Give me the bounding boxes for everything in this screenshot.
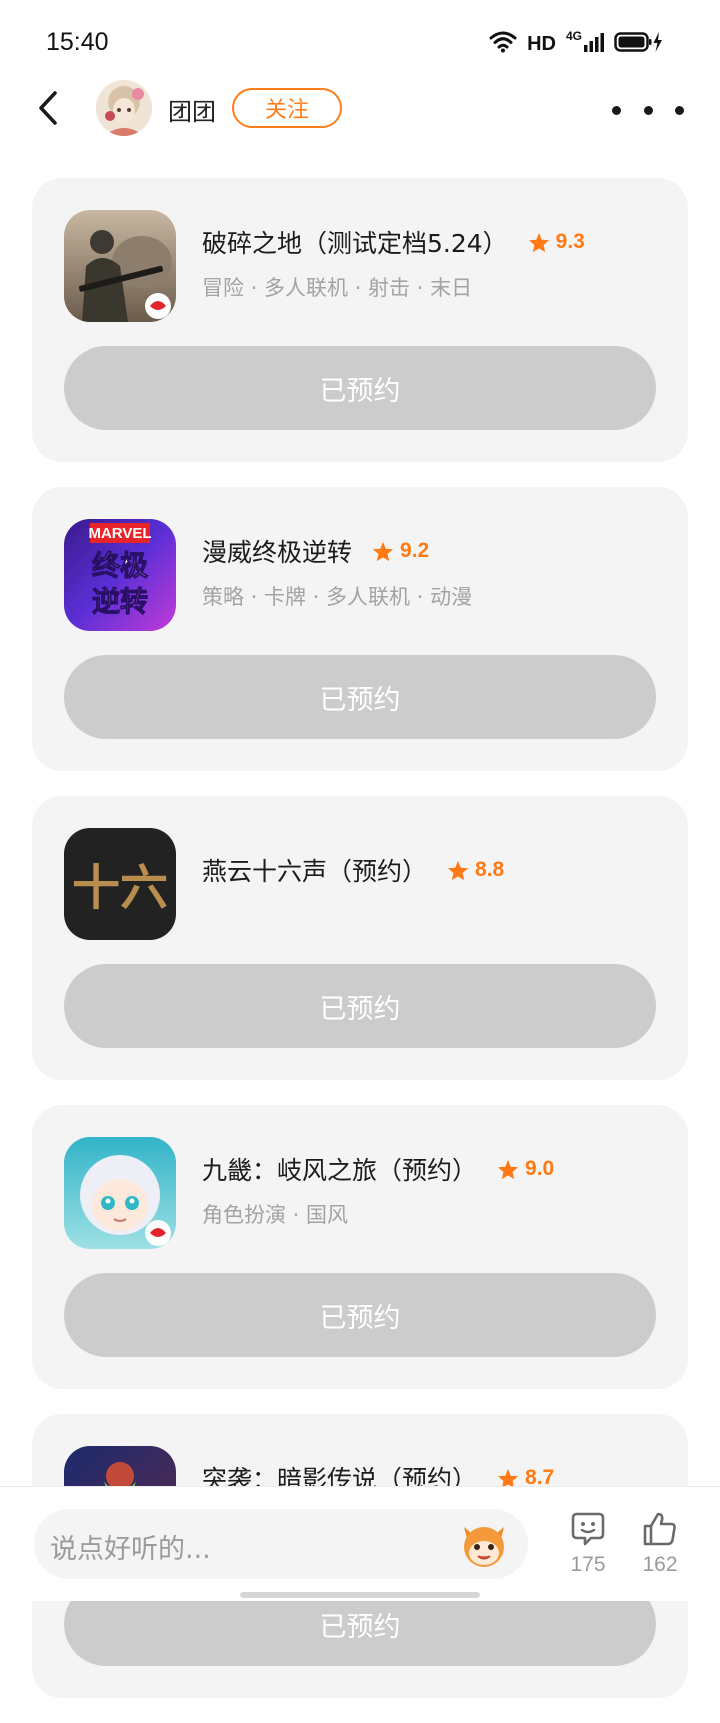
game-icon-jiuji[interactable] [64, 1137, 176, 1249]
more-button[interactable] [612, 90, 684, 130]
game-title[interactable]: 燕云十六声（预约） [202, 852, 427, 888]
follow-button[interactable]: 关注 [232, 88, 342, 128]
back-arrow-icon [36, 90, 60, 130]
game-title[interactable]: 漫威终极逆转 [202, 533, 352, 569]
like-count: 162 [642, 1553, 678, 1576]
game-card[interactable]: 破碎之地（测试定档5.24） 9.3 冒险 · 多人联机 · 射击 · 末日 已… [32, 178, 688, 462]
game-info: 漫威终极逆转 9.2 策略 · 卡牌 · 多人联机 · 动漫 [202, 533, 668, 611]
game-icon-marvel[interactable]: MARVEL 终极 逆转 [64, 519, 176, 631]
game-rating: 9.0 [497, 1157, 554, 1181]
reserved-button[interactable]: 已预约 [64, 964, 656, 1048]
svg-text:MARVEL: MARVEL [88, 525, 151, 542]
game-icon-broken-land[interactable] [64, 210, 176, 322]
game-tags: 冒险 · 多人联机 · 射击 · 末日 [202, 276, 473, 300]
game-card[interactable]: 十六 燕云十六声（预约） 8.8 已预约 [32, 796, 688, 1080]
game-rating: 9.3 [528, 230, 585, 254]
svg-text:逆转: 逆转 [92, 585, 148, 618]
user-name[interactable]: 团团 [168, 92, 216, 127]
battery-charging-icon [614, 31, 664, 57]
game-tags: 策略 · 卡牌 · 多人联机 · 动漫 [202, 585, 473, 609]
game-info: 破碎之地（测试定档5.24） 9.3 冒险 · 多人联机 · 射击 · 末日 [202, 224, 668, 302]
game-info: 燕云十六声（预约） 8.8 [202, 852, 668, 888]
like-action[interactable]: 162 [628, 1511, 692, 1577]
rating-value: 9.3 [555, 230, 585, 253]
status-icons: HD 4G [489, 28, 664, 60]
game-rating: 9.2 [372, 539, 429, 563]
game-info: 九畿：岐风之旅（预约） 9.0 角色扮演 · 国风 [202, 1151, 668, 1229]
reserved-button[interactable]: 已预约 [64, 346, 656, 430]
wifi-icon [489, 31, 517, 57]
comment-action[interactable]: 175 [556, 1511, 620, 1577]
network-type: 4G [565, 29, 582, 43]
comment-icon [570, 1512, 606, 1551]
rating-value: 8.8 [475, 858, 505, 881]
hd-indicator: HD [527, 32, 556, 55]
back-button[interactable] [26, 82, 70, 138]
comment-placeholder: 说点好听的... [50, 1534, 211, 1565]
star-icon [528, 232, 549, 252]
avatar[interactable] [96, 80, 152, 136]
rating-value: 9.0 [525, 1157, 555, 1180]
signal-icon [584, 32, 604, 56]
star-icon [372, 541, 394, 561]
header: 团团 关注 [0, 72, 720, 148]
bottom-bar: 说点好听的... 175 162 [0, 1486, 720, 1601]
thumbs-up-icon [642, 1512, 678, 1551]
more-icon [612, 105, 621, 115]
game-icon-yanyun[interactable]: 十六 [64, 828, 176, 940]
game-card[interactable]: MARVEL 终极 逆转 漫威终极逆转 9.2 策略 · 卡牌 · 多人联机 ·… [32, 487, 688, 771]
rating-value: 9.2 [400, 539, 430, 562]
game-card[interactable]: 九畿：岐风之旅（预约） 9.0 角色扮演 · 国风 已预约 [32, 1105, 688, 1389]
star-icon [497, 1159, 519, 1179]
svg-text:十六: 十六 [72, 860, 168, 916]
game-tags: 角色扮演 · 国风 [202, 1203, 349, 1227]
star-icon [447, 860, 469, 880]
mascot-icon[interactable] [456, 1517, 512, 1575]
comment-input[interactable]: 说点好听的... [34, 1509, 528, 1579]
reserved-button[interactable]: 已预约 [64, 655, 656, 739]
comment-count: 175 [570, 1553, 606, 1576]
game-title[interactable]: 九畿：岐风之旅（预约） [202, 1151, 477, 1187]
game-title[interactable]: 破碎之地（测试定档5.24） [202, 224, 508, 260]
game-rating: 8.8 [447, 858, 504, 882]
home-indicator[interactable] [240, 1592, 480, 1598]
svg-text:终极: 终极 [92, 549, 148, 582]
status-time: 15:40 [46, 28, 109, 56]
status-bar: 15:40 HD 4G [0, 0, 720, 80]
reserved-button[interactable]: 已预约 [64, 1273, 656, 1357]
